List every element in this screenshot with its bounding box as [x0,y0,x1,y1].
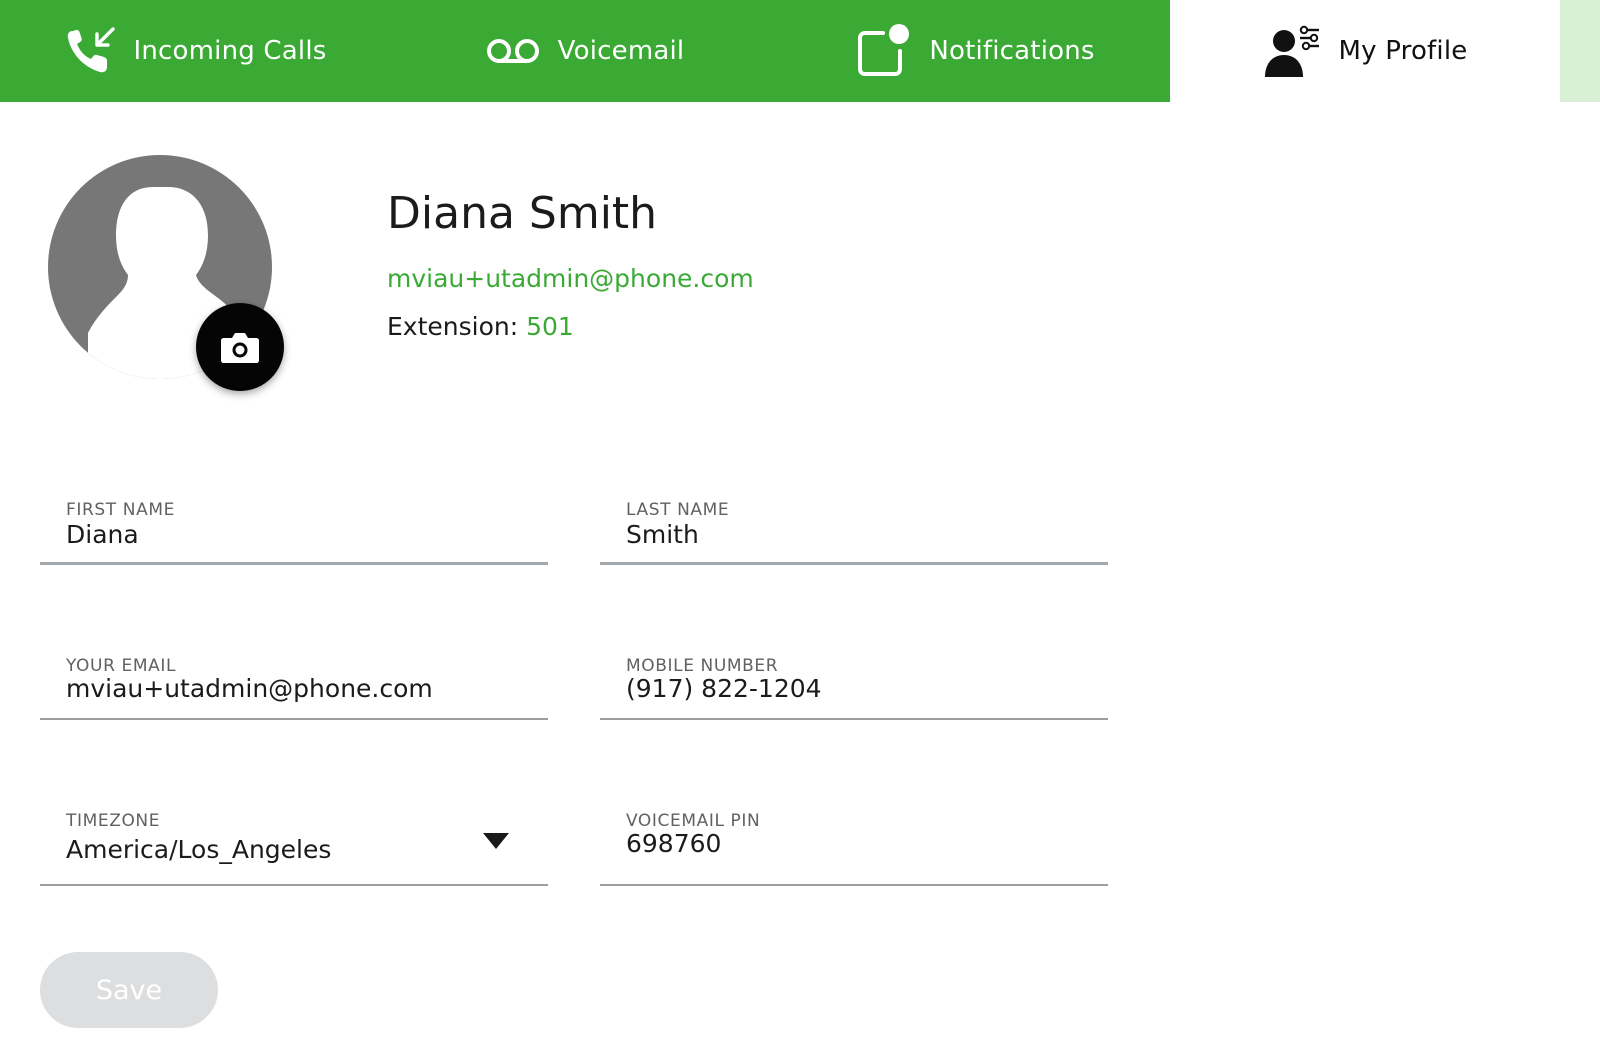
avatar-container [48,155,284,391]
tab-notifications[interactable]: Notifications [780,0,1170,102]
camera-icon [221,333,259,363]
timezone-select[interactable]: America/Los_Angeles [66,835,486,864]
tab-voicemail[interactable]: Voicemail [390,0,780,102]
field-underline [40,718,548,720]
last-name-field: LAST NAME [600,500,1108,580]
voicemail-pin-input[interactable] [626,829,1046,858]
change-photo-button[interactable] [196,303,284,391]
voicemail-pin-label: VOICEMAIL PIN [626,811,761,831]
last-name-label: LAST NAME [626,500,730,520]
timezone-field[interactable]: TIMEZONE America/Los_Angeles [40,811,548,891]
incoming-call-icon [63,25,116,77]
nav-end-spacer [1560,0,1600,102]
save-button[interactable]: Save [40,952,218,1028]
field-underline [600,884,1108,886]
dropdown-arrow-icon[interactable] [483,833,509,849]
tab-label: My Profile [1338,36,1468,66]
tab-label: Notifications [929,36,1095,66]
first-name-field: FIRST NAME [40,500,548,580]
first-name-label: FIRST NAME [66,500,175,520]
profile-name: Diana Smith [387,188,658,239]
email-field: YOUR EMAIL [40,656,548,736]
mobile-number-input[interactable] [626,674,1046,703]
profile-email: mviau+utadmin@phone.com [387,264,754,293]
extension-label: Extension: [387,312,527,341]
notification-icon [855,23,911,79]
field-underline [40,884,548,886]
profile-extension: Extension: 501 [387,312,574,341]
tab-incoming-calls[interactable]: Incoming Calls [0,0,390,102]
last-name-input[interactable] [626,520,1046,549]
tab-label: Incoming Calls [133,36,327,66]
tab-label: Voicemail [557,36,685,66]
field-underline [600,562,1108,565]
mobile-number-field: MOBILE NUMBER [600,656,1108,736]
timezone-label: TIMEZONE [66,811,161,831]
voicemail-pin-field: VOICEMAIL PIN [600,811,1108,891]
tab-my-profile[interactable]: My Profile [1170,0,1560,102]
field-underline [600,718,1108,720]
voicemail-icon [486,36,540,66]
email-label: YOUR EMAIL [66,656,177,676]
extension-value: 501 [526,312,574,341]
email-input[interactable] [66,674,486,703]
field-underline [40,562,548,565]
first-name-input[interactable] [66,520,486,549]
top-nav-bar: Incoming Calls Voicemail Notifications M… [0,0,1600,102]
mobile-number-label: MOBILE NUMBER [626,656,779,676]
profile-settings-icon [1263,23,1321,79]
